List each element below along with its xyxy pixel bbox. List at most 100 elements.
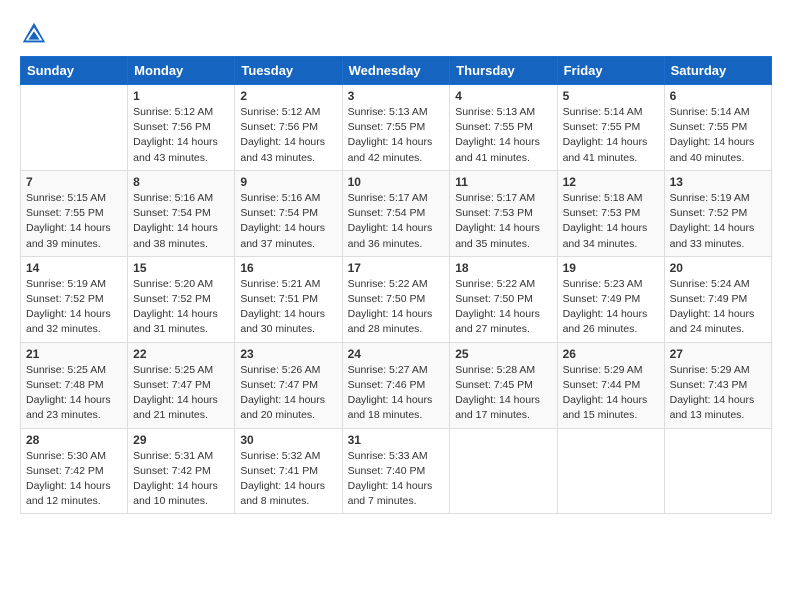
day-info: Sunrise: 5:24 AMSunset: 7:49 PMDaylight:…: [670, 277, 766, 338]
day-number: 25: [455, 347, 551, 361]
day-info: Sunrise: 5:23 AMSunset: 7:49 PMDaylight:…: [563, 277, 659, 338]
day-info: Sunrise: 5:17 AMSunset: 7:53 PMDaylight:…: [455, 191, 551, 252]
day-number: 10: [348, 175, 445, 189]
day-info: Sunrise: 5:19 AMSunset: 7:52 PMDaylight:…: [26, 277, 122, 338]
day-info: Sunrise: 5:32 AMSunset: 7:41 PMDaylight:…: [240, 449, 336, 510]
day-info: Sunrise: 5:27 AMSunset: 7:46 PMDaylight:…: [348, 363, 445, 424]
calendar-cell: 31 Sunrise: 5:33 AMSunset: 7:40 PMDayligh…: [342, 428, 450, 514]
day-number: 9: [240, 175, 336, 189]
day-number: 27: [670, 347, 766, 361]
day-info: Sunrise: 5:22 AMSunset: 7:50 PMDaylight:…: [455, 277, 551, 338]
day-info: Sunrise: 5:12 AMSunset: 7:56 PMDaylight:…: [133, 105, 229, 166]
calendar-cell: 13 Sunrise: 5:19 AMSunset: 7:52 PMDayligh…: [664, 170, 771, 256]
day-number: 1: [133, 89, 229, 103]
day-info: Sunrise: 5:31 AMSunset: 7:42 PMDaylight:…: [133, 449, 229, 510]
day-number: 13: [670, 175, 766, 189]
day-info: Sunrise: 5:12 AMSunset: 7:56 PMDaylight:…: [240, 105, 336, 166]
day-info: Sunrise: 5:17 AMSunset: 7:54 PMDaylight:…: [348, 191, 445, 252]
day-number: 8: [133, 175, 229, 189]
day-info: Sunrise: 5:14 AMSunset: 7:55 PMDaylight:…: [563, 105, 659, 166]
day-number: 24: [348, 347, 445, 361]
day-number: 14: [26, 261, 122, 275]
calendar-cell: 28 Sunrise: 5:30 AMSunset: 7:42 PMDayligh…: [21, 428, 128, 514]
calendar-cell: 7 Sunrise: 5:15 AMSunset: 7:55 PMDaylight…: [21, 170, 128, 256]
calendar-cell: 26 Sunrise: 5:29 AMSunset: 7:44 PMDayligh…: [557, 342, 664, 428]
day-info: Sunrise: 5:16 AMSunset: 7:54 PMDaylight:…: [240, 191, 336, 252]
weekday-header: Wednesday: [342, 57, 450, 85]
calendar-week-row: 28 Sunrise: 5:30 AMSunset: 7:42 PMDayligh…: [21, 428, 772, 514]
day-info: Sunrise: 5:14 AMSunset: 7:55 PMDaylight:…: [670, 105, 766, 166]
calendar-week-row: 21 Sunrise: 5:25 AMSunset: 7:48 PMDayligh…: [21, 342, 772, 428]
day-info: Sunrise: 5:19 AMSunset: 7:52 PMDaylight:…: [670, 191, 766, 252]
day-info: Sunrise: 5:21 AMSunset: 7:51 PMDaylight:…: [240, 277, 336, 338]
calendar-cell: 24 Sunrise: 5:27 AMSunset: 7:46 PMDayligh…: [342, 342, 450, 428]
calendar-cell: 27 Sunrise: 5:29 AMSunset: 7:43 PMDayligh…: [664, 342, 771, 428]
day-number: 15: [133, 261, 229, 275]
day-number: 17: [348, 261, 445, 275]
calendar-cell: 25 Sunrise: 5:28 AMSunset: 7:45 PMDayligh…: [450, 342, 557, 428]
calendar-cell: 6 Sunrise: 5:14 AMSunset: 7:55 PMDaylight…: [664, 85, 771, 171]
day-info: Sunrise: 5:25 AMSunset: 7:48 PMDaylight:…: [26, 363, 122, 424]
weekday-header: Friday: [557, 57, 664, 85]
calendar-cell: 20 Sunrise: 5:24 AMSunset: 7:49 PMDayligh…: [664, 256, 771, 342]
calendar-cell: 5Sunrise: 5:14 AMSunset: 7:55 PMDaylight…: [557, 85, 664, 171]
day-info: Sunrise: 5:22 AMSunset: 7:50 PMDaylight:…: [348, 277, 445, 338]
day-number: 11: [455, 175, 551, 189]
day-number: 3: [348, 89, 445, 103]
day-info: Sunrise: 5:25 AMSunset: 7:47 PMDaylight:…: [133, 363, 229, 424]
day-info: Sunrise: 5:30 AMSunset: 7:42 PMDaylight:…: [26, 449, 122, 510]
calendar-cell: 14 Sunrise: 5:19 AMSunset: 7:52 PMDayligh…: [21, 256, 128, 342]
calendar-week-row: 14 Sunrise: 5:19 AMSunset: 7:52 PMDayligh…: [21, 256, 772, 342]
day-number: 23: [240, 347, 336, 361]
day-number: 2: [240, 89, 336, 103]
calendar-cell: 17 Sunrise: 5:22 AMSunset: 7:50 PMDayligh…: [342, 256, 450, 342]
page-header: [20, 20, 772, 48]
day-info: Sunrise: 5:13 AMSunset: 7:55 PMDaylight:…: [348, 105, 445, 166]
day-info: Sunrise: 5:13 AMSunset: 7:55 PMDaylight:…: [455, 105, 551, 166]
calendar-cell: [21, 85, 128, 171]
calendar-cell: 3 Sunrise: 5:13 AMSunset: 7:55 PMDaylight…: [342, 85, 450, 171]
day-info: Sunrise: 5:26 AMSunset: 7:47 PMDaylight:…: [240, 363, 336, 424]
day-info: Sunrise: 5:28 AMSunset: 7:45 PMDaylight:…: [455, 363, 551, 424]
day-info: Sunrise: 5:29 AMSunset: 7:43 PMDaylight:…: [670, 363, 766, 424]
day-number: 12: [563, 175, 659, 189]
calendar-cell: 16Sunrise: 5:21 AMSunset: 7:51 PMDayligh…: [235, 256, 342, 342]
logo-icon: [20, 20, 48, 48]
calendar-cell: 15 Sunrise: 5:20 AMSunset: 7:52 PMDayligh…: [128, 256, 235, 342]
calendar-header-row: SundayMondayTuesdayWednesdayThursdayFrid…: [21, 57, 772, 85]
day-number: 30: [240, 433, 336, 447]
day-number: 31: [348, 433, 445, 447]
calendar-cell: 21 Sunrise: 5:25 AMSunset: 7:48 PMDayligh…: [21, 342, 128, 428]
calendar-cell: [450, 428, 557, 514]
weekday-header: Saturday: [664, 57, 771, 85]
day-number: 21: [26, 347, 122, 361]
calendar-cell: 8 Sunrise: 5:16 AMSunset: 7:54 PMDaylight…: [128, 170, 235, 256]
calendar: SundayMondayTuesdayWednesdayThursdayFrid…: [20, 56, 772, 514]
calendar-cell: 11 Sunrise: 5:17 AMSunset: 7:53 PMDayligh…: [450, 170, 557, 256]
calendar-cell: 23 Sunrise: 5:26 AMSunset: 7:47 PMDayligh…: [235, 342, 342, 428]
day-number: 4: [455, 89, 551, 103]
calendar-cell: 18 Sunrise: 5:22 AMSunset: 7:50 PMDayligh…: [450, 256, 557, 342]
day-info: Sunrise: 5:29 AMSunset: 7:44 PMDaylight:…: [563, 363, 659, 424]
calendar-week-row: 7 Sunrise: 5:15 AMSunset: 7:55 PMDaylight…: [21, 170, 772, 256]
calendar-cell: 9 Sunrise: 5:16 AMSunset: 7:54 PMDaylight…: [235, 170, 342, 256]
day-info: Sunrise: 5:33 AMSunset: 7:40 PMDaylight:…: [348, 449, 445, 510]
day-number: 29: [133, 433, 229, 447]
day-number: 7: [26, 175, 122, 189]
calendar-cell: 4 Sunrise: 5:13 AMSunset: 7:55 PMDaylight…: [450, 85, 557, 171]
day-number: 19: [563, 261, 659, 275]
day-info: Sunrise: 5:20 AMSunset: 7:52 PMDaylight:…: [133, 277, 229, 338]
day-number: 6: [670, 89, 766, 103]
calendar-cell: 29 Sunrise: 5:31 AMSunset: 7:42 PMDayligh…: [128, 428, 235, 514]
day-number: 26: [563, 347, 659, 361]
day-info: Sunrise: 5:16 AMSunset: 7:54 PMDaylight:…: [133, 191, 229, 252]
day-info: Sunrise: 5:18 AMSunset: 7:53 PMDaylight:…: [563, 191, 659, 252]
calendar-cell: [557, 428, 664, 514]
day-number: 18: [455, 261, 551, 275]
day-number: 28: [26, 433, 122, 447]
calendar-cell: [664, 428, 771, 514]
day-number: 20: [670, 261, 766, 275]
calendar-cell: 10 Sunrise: 5:17 AMSunset: 7:54 PMDayligh…: [342, 170, 450, 256]
day-info: Sunrise: 5:15 AMSunset: 7:55 PMDaylight:…: [26, 191, 122, 252]
calendar-cell: 1 Sunrise: 5:12 AMSunset: 7:56 PMDaylight…: [128, 85, 235, 171]
